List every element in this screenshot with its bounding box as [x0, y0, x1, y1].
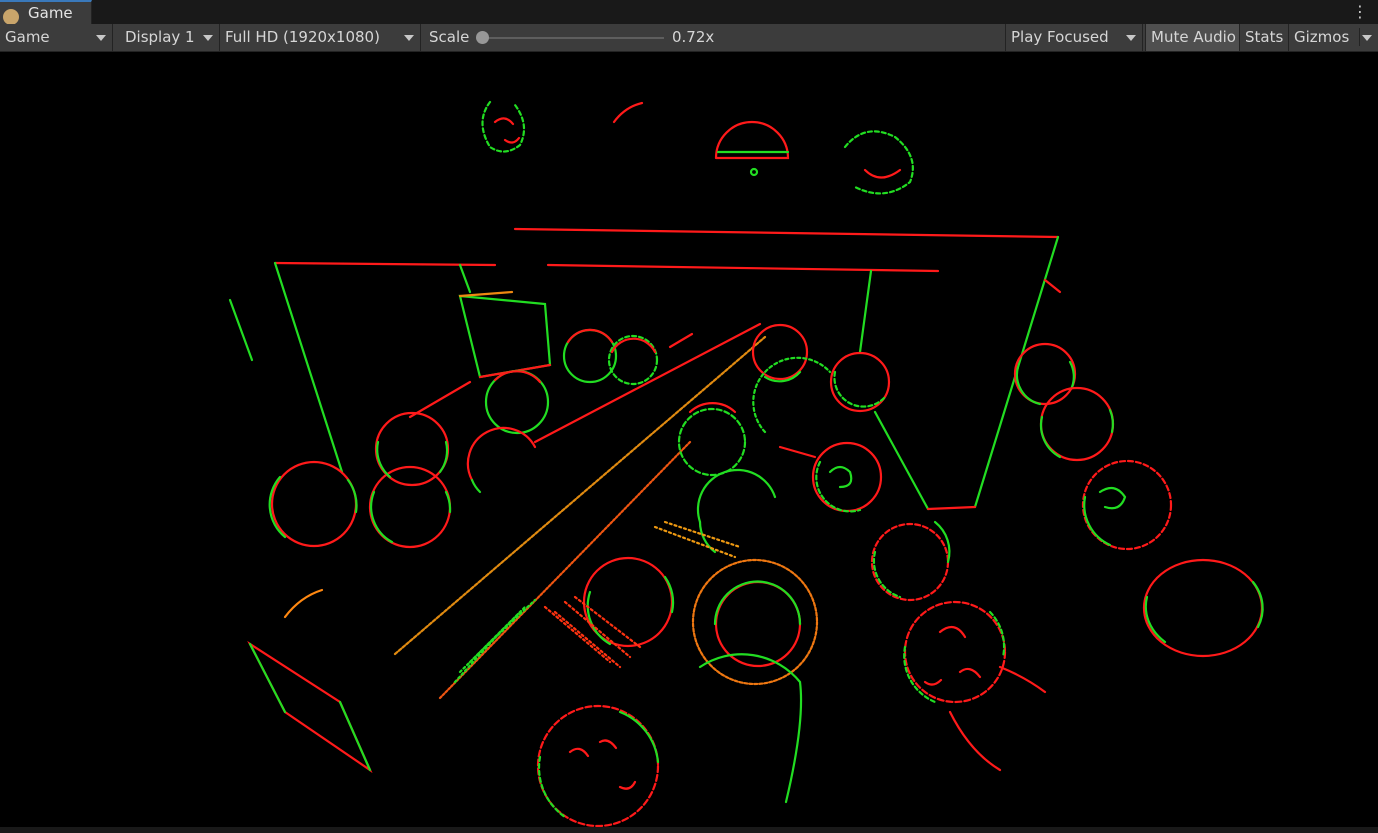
sphere-outline — [829, 351, 891, 413]
sphere-outline — [870, 522, 950, 602]
plane-outline — [247, 640, 373, 774]
edge-line — [778, 445, 817, 459]
edge-line — [926, 505, 977, 511]
tab-bar: Game ⋮ — [0, 0, 1378, 25]
sphere-outline — [1142, 558, 1264, 658]
sphere-outline — [903, 600, 1007, 704]
sphere-outline — [438, 440, 449, 474]
display-select-label: Display 1 — [125, 28, 195, 46]
sphere-outline — [988, 610, 1006, 659]
edge-line — [858, 269, 873, 354]
edge-line — [513, 227, 1060, 239]
scale-value: 0.72x — [672, 28, 715, 46]
edge-line — [668, 332, 694, 349]
sphere-outline — [1039, 415, 1062, 459]
scale-label: Scale — [429, 28, 470, 46]
sphere-outline — [752, 356, 832, 434]
kebab-menu-icon[interactable]: ⋮ — [1352, 2, 1368, 22]
sphere-detail — [568, 739, 637, 790]
sphere-detail — [749, 167, 759, 177]
sphere-outline — [466, 426, 537, 482]
sphere-outline — [566, 328, 614, 344]
sphere-detail — [863, 168, 902, 179]
scale-slider-thumb[interactable] — [476, 31, 489, 44]
sphere-outline — [751, 323, 809, 381]
edge-arc — [948, 665, 1047, 772]
edge-line — [273, 261, 497, 267]
gizmos-dropdown[interactable] — [1354, 24, 1378, 51]
tab-game[interactable]: Game — [0, 0, 92, 25]
sphere-detail — [503, 136, 521, 144]
cube-outline — [458, 294, 552, 379]
sphere-outline — [811, 441, 883, 513]
view-select-dropdown[interactable]: Game — [0, 24, 113, 51]
chevron-down-icon — [96, 35, 106, 41]
resolution-select-dropdown[interactable]: Full HD (1920x1080) — [220, 24, 421, 51]
edge-line — [458, 263, 472, 294]
game-controller-icon — [3, 9, 19, 25]
edge-line — [273, 261, 344, 474]
tab-game-label: Game — [28, 4, 73, 22]
bottom-strip — [0, 827, 1378, 833]
play-mode-dropdown[interactable]: Play Focused — [1005, 24, 1143, 51]
resolution-select-label: Full HD (1920x1080) — [225, 28, 380, 46]
gizmos-button[interactable]: Gizmos — [1288, 24, 1354, 51]
sphere-outline — [470, 478, 482, 494]
sphere-outline — [843, 130, 914, 195]
sphere-outline — [618, 710, 660, 764]
chevron-down-icon — [1126, 35, 1136, 41]
sphere-outline — [833, 370, 887, 408]
edge-line — [546, 263, 940, 273]
sphere-outline — [370, 490, 394, 544]
edge-line — [393, 335, 767, 656]
edge-arc — [283, 588, 324, 619]
edge-line — [458, 290, 514, 298]
edge-line — [873, 410, 930, 511]
chevron-down-icon — [203, 35, 213, 41]
sphere-outline — [696, 468, 777, 524]
sphere-outline — [376, 440, 392, 479]
chevron-down-icon — [404, 35, 414, 41]
game-viewport[interactable] — [0, 52, 1378, 827]
edge-arc — [612, 101, 644, 124]
sphere-outline — [444, 490, 452, 514]
sphere-outline — [537, 755, 567, 819]
sphere-outline — [270, 460, 358, 548]
sphere-outline — [481, 100, 526, 153]
mute-audio-button[interactable]: Mute Audio — [1145, 24, 1239, 51]
sphere-detail — [1098, 486, 1127, 510]
edge-line — [1043, 278, 1062, 294]
chevron-down-icon — [1362, 35, 1372, 41]
sphere-outline — [815, 460, 862, 513]
sphere-outline — [903, 645, 937, 704]
sphere-detail — [923, 625, 982, 686]
sphere-outline — [713, 580, 802, 626]
edge-line — [408, 380, 472, 419]
view-select-label: Game — [5, 28, 50, 46]
sphere-outline — [872, 550, 902, 599]
play-mode-label: Play Focused — [1011, 28, 1109, 46]
game-view-toolbar: Game Display 1 Full HD (1920x1080) Scale… — [0, 24, 1378, 52]
sphere-detail — [828, 465, 853, 489]
stats-button[interactable]: Stats — [1239, 24, 1288, 51]
edge-render — [228, 100, 1264, 827]
sphere-outline — [1015, 365, 1042, 406]
scale-slider-track[interactable] — [480, 37, 664, 39]
edge-line — [653, 520, 742, 559]
edge-line — [438, 440, 692, 700]
edge-line — [228, 298, 254, 362]
edge-line — [543, 595, 642, 669]
sphere-outline — [688, 402, 737, 414]
sphere-detail — [493, 117, 515, 126]
sphere-outline — [1039, 386, 1115, 462]
display-select-dropdown[interactable]: Display 1 — [120, 24, 220, 51]
sphere-outline — [586, 590, 612, 646]
